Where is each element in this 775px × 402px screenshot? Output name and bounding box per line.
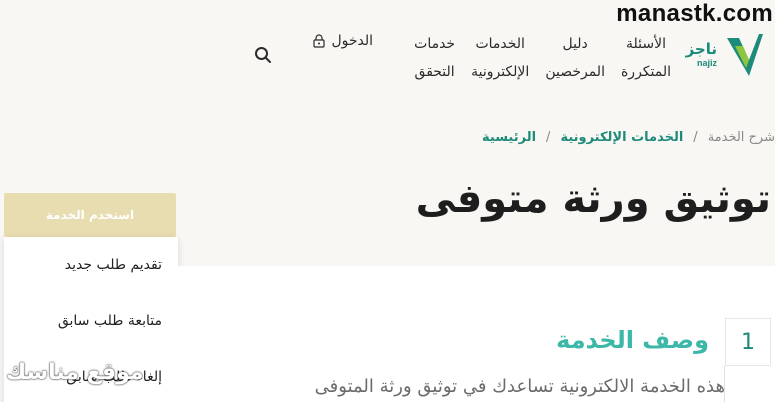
logo-arabic-text: ناجز — [685, 40, 717, 58]
step-number-box: 1 — [725, 318, 771, 366]
nav-label-line2: التحقق — [414, 64, 455, 80]
breadcrumb: الرئيسية / الخدمات الإلكترونية / شرح الخ… — [482, 130, 775, 145]
nav-label-line1: خدمات — [414, 36, 456, 52]
lock-icon — [313, 34, 326, 48]
overlay-watermark: موقع مناسك — [6, 360, 144, 385]
nav-label-line2: المرخصين — [545, 64, 605, 80]
logo-english-text: najiz — [696, 58, 717, 68]
nav-licensees-guide[interactable]: دليل المرخصين — [545, 30, 605, 86]
login-link[interactable]: الدخول — [313, 33, 373, 49]
nav-faq[interactable]: الأسئلة المتكررة — [621, 30, 671, 86]
breadcrumb-separator: / — [546, 130, 551, 145]
new-request-item[interactable]: تقديم طلب جديد — [65, 257, 162, 273]
nav-verification-services[interactable]: خدمات التحقق — [414, 30, 455, 86]
site-watermark: manastk.com — [616, 0, 773, 27]
nav-label-line2: المتكررة — [620, 64, 671, 80]
breadcrumb-current: شرح الخدمة — [707, 130, 775, 145]
login-label: الدخول — [331, 33, 373, 49]
use-service-button[interactable]: استخدم الخدمة — [4, 193, 176, 237]
nav-label-line1: دليل — [562, 36, 588, 52]
main-nav: خدمات التحقق الخدمات الإلكترونية دليل ال… — [414, 30, 671, 86]
nav-label-line2: الإلكترونية — [471, 64, 530, 80]
breadcrumb-home[interactable]: الرئيسية — [482, 130, 536, 145]
section-title: وصف الخدمة — [556, 326, 709, 354]
follow-request-item[interactable]: متابعة طلب سابق — [58, 313, 162, 329]
breadcrumb-separator: / — [693, 130, 698, 145]
nav-label-line1: الأسئلة — [625, 36, 666, 52]
search-icon[interactable] — [254, 46, 272, 64]
nav-electronic-services[interactable]: الخدمات الإلكترونية — [471, 30, 529, 86]
service-description: هذه الخدمة الالكترونية تساعدك في توثيق و… — [314, 376, 725, 397]
nav-label-line1: الخدمات — [475, 36, 525, 52]
page-title: توثيق ورثة متوفى — [415, 176, 771, 222]
breadcrumb-electronic-services[interactable]: الخدمات الإلكترونية — [560, 130, 683, 145]
najiz-logo[interactable]: ناجز najiz — [686, 30, 763, 80]
